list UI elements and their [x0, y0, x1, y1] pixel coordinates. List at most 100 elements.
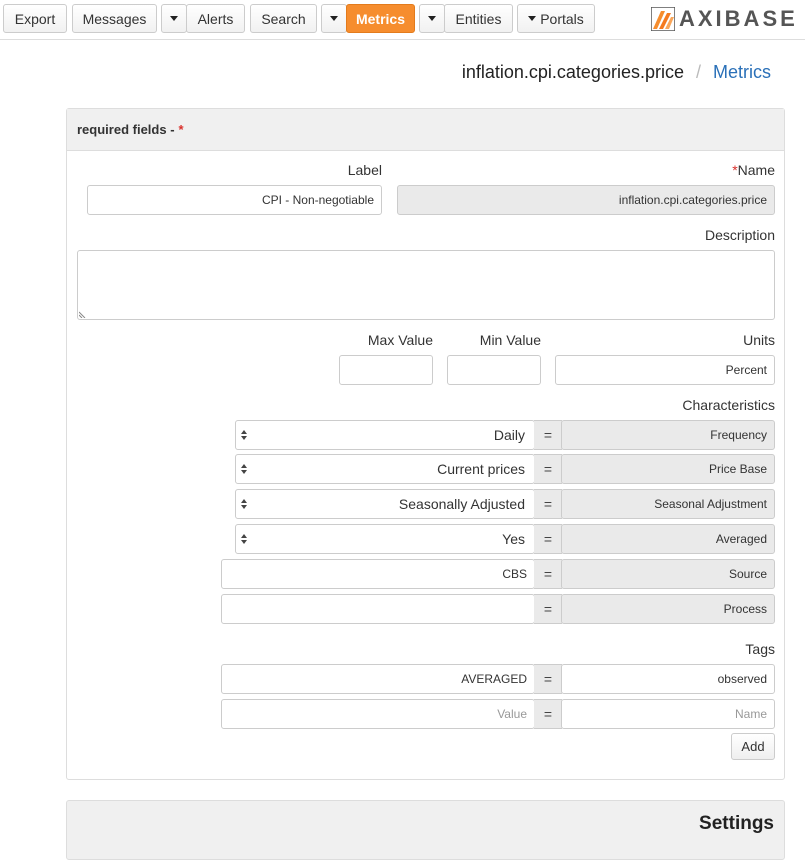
nav-entities-button[interactable]: Entities — [444, 4, 513, 33]
equals-sign: = — [534, 524, 562, 554]
seasonal-adjustment-name: Seasonal Adjustment — [654, 497, 767, 511]
label-input-value: CPI - Non-negotiable — [261, 193, 374, 207]
nav-export-button[interactable]: Export — [3, 4, 67, 33]
seasonal-adjustment-selected-value: Seasonally Adjusted — [398, 496, 525, 512]
seasonal-adjustment-select[interactable]: Seasonally Adjusted — [235, 489, 535, 519]
nav-portals-label: Portals — [540, 10, 584, 27]
units-label: Units — [743, 332, 775, 348]
tag-name: observed — [717, 672, 767, 686]
price-base-name-field: Price Base — [561, 454, 775, 484]
min-value-input[interactable] — [447, 355, 541, 385]
nav-metrics-label: Metrics — [355, 10, 406, 27]
required-fields-note: required fields - * — [77, 122, 184, 137]
nav-entities-label: Entities — [455, 10, 502, 27]
required-fields-label: required fields - — [77, 122, 175, 137]
breadcrumb-current: inflation.cpi.categories.price — [461, 62, 684, 82]
equals-sign: = — [534, 699, 562, 729]
equals-sign: = — [534, 420, 562, 450]
caret-down-icon — [528, 16, 537, 21]
resize-handle-icon[interactable] — [79, 310, 87, 318]
caret-down-icon — [330, 16, 338, 21]
price-base-select[interactable]: Current prices — [235, 454, 535, 484]
min-value-label: Min Value — [479, 332, 541, 348]
label-input[interactable]: CPI - Non-negotiable — [87, 185, 382, 215]
tag-value-input[interactable]: AVERAGED — [221, 664, 535, 694]
top-navbar: Export Messages Alerts Search Metrics En… — [0, 0, 805, 40]
caret-down-icon — [170, 16, 178, 21]
seasonal-adjustment-name-field: Seasonal Adjustment — [561, 489, 775, 519]
characteristics-label: Characteristics — [682, 397, 775, 413]
panel-header: required fields - * — [67, 109, 784, 151]
breadcrumb: inflation.cpi.categories.price / Metrics — [462, 62, 771, 83]
equals-sign: = — [534, 664, 562, 694]
equals-sign: = — [534, 489, 562, 519]
name-field-label: *Name — [397, 162, 775, 178]
price-base-name: Price Base — [708, 462, 767, 476]
description-label: Description — [704, 227, 775, 243]
tags-label: Tags — [745, 641, 775, 657]
nav-portals-button[interactable]: Portals — [517, 4, 595, 33]
source-input[interactable]: CBS — [221, 559, 535, 589]
add-tag-button[interactable]: Add — [731, 733, 775, 760]
tag-value: AVERAGED — [461, 672, 527, 686]
logo-wordmark: AXIBASE — [679, 6, 798, 31]
frequency-name: Frequency — [710, 428, 767, 442]
new-tag-name-placeholder: Name — [734, 707, 767, 721]
select-arrows-icon — [241, 464, 247, 474]
averaged-name: Averaged — [715, 532, 767, 546]
select-arrows-icon — [241, 499, 247, 509]
label-field-label: Label — [347, 162, 382, 178]
caret-down-icon — [428, 16, 436, 21]
equals-sign: = — [534, 594, 562, 624]
nav-messages-label: Messages — [82, 10, 147, 27]
breadcrumb-separator: / — [695, 62, 701, 82]
settings-panel: Settings — [66, 800, 785, 860]
frequency-select[interactable]: Daily — [235, 420, 535, 450]
nav-metrics-button[interactable]: Metrics — [346, 4, 415, 33]
frequency-selected-value: Daily — [493, 427, 525, 443]
alerts-dropdown-toggle[interactable] — [161, 4, 187, 33]
entities-dropdown-toggle[interactable] — [419, 4, 445, 33]
axibase-logo-icon — [651, 7, 675, 31]
select-arrows-icon — [241, 534, 247, 544]
frequency-name-field: Frequency — [561, 420, 775, 450]
new-tag-value-placeholder: Value — [497, 707, 527, 721]
price-base-selected-value: Current prices — [437, 461, 525, 477]
description-textarea[interactable] — [77, 250, 775, 320]
averaged-select[interactable]: Yes — [235, 524, 535, 554]
nav-messages-button[interactable]: Messages — [72, 4, 157, 33]
new-tag-name-input[interactable]: Name — [561, 699, 775, 729]
source-name: Source — [728, 567, 767, 581]
axibase-logo[interactable]: AXIBASE — [651, 6, 798, 31]
settings-title: Settings — [699, 813, 774, 834]
name-field-label-text: Name — [737, 162, 775, 178]
new-tag-value-input[interactable]: Value — [221, 699, 535, 729]
units-input[interactable]: Percent — [555, 355, 775, 385]
metrics-dropdown-toggle[interactable] — [321, 4, 347, 33]
nav-search-label: Search — [261, 10, 306, 27]
required-marker: * — [178, 122, 184, 137]
averaged-selected-value: Yes — [502, 531, 525, 547]
tag-name-input[interactable]: observed — [561, 664, 775, 694]
units-value: Percent — [725, 363, 767, 377]
source-value: CBS — [502, 567, 527, 581]
nav-search-button[interactable]: Search — [250, 4, 317, 33]
add-tag-button-label: Add — [741, 739, 765, 754]
averaged-name-field: Averaged — [561, 524, 775, 554]
max-value-input[interactable] — [339, 355, 433, 385]
max-value-label: Max Value — [367, 332, 433, 348]
process-name: Process — [723, 602, 767, 616]
nav-alerts-button[interactable]: Alerts — [186, 4, 245, 33]
equals-sign: = — [534, 454, 562, 484]
nav-export-label: Export — [14, 10, 56, 27]
breadcrumb-metrics-link[interactable]: Metrics — [713, 62, 771, 83]
process-name-field: Process — [561, 594, 775, 624]
select-arrows-icon — [241, 430, 247, 440]
equals-sign: = — [534, 559, 562, 589]
name-input[interactable]: inflation.cpi.categories.price — [397, 185, 775, 215]
metric-form-panel: required fields - * Label *Name CPI - Non… — [66, 108, 785, 780]
nav-alerts-label: Alerts — [197, 10, 234, 27]
process-input[interactable] — [221, 594, 535, 624]
source-name-field: Source — [561, 559, 775, 589]
name-input-value: inflation.cpi.categories.price — [618, 193, 767, 207]
